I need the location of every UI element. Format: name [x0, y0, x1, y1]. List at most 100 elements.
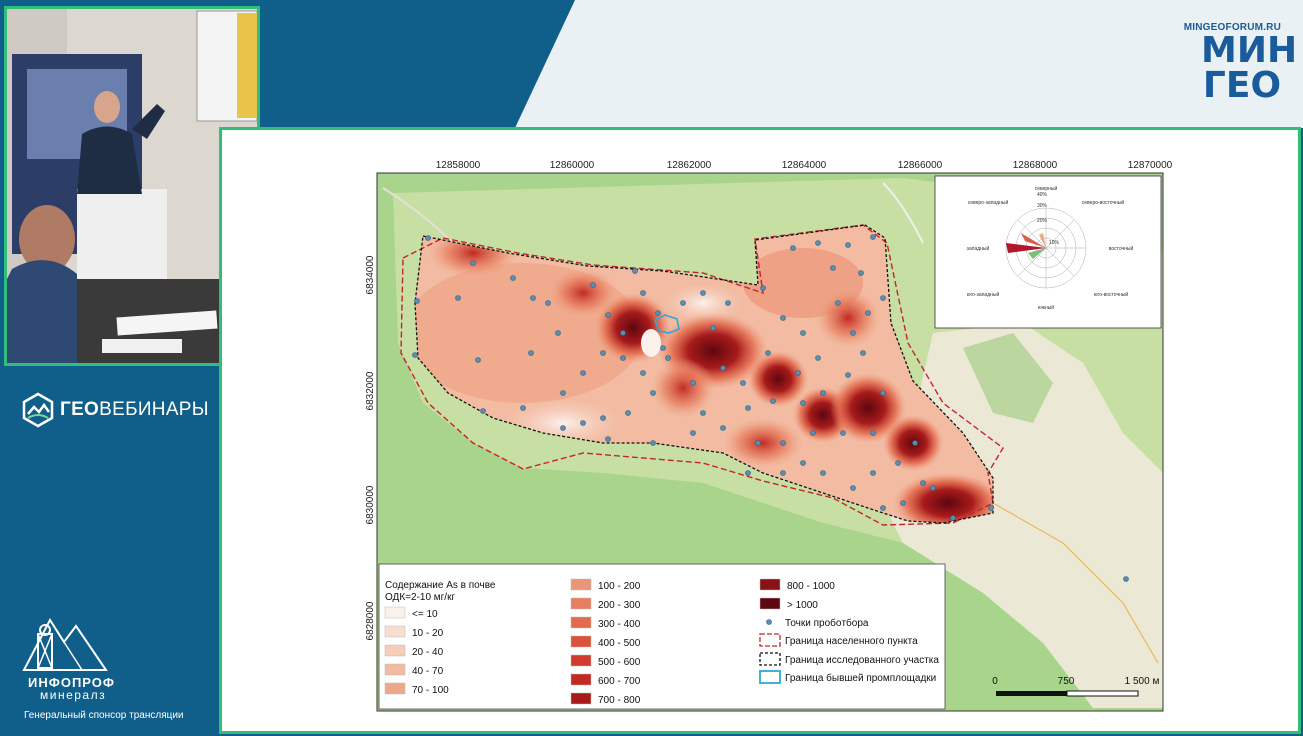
arsenic-soil-map: 12858000 12860000 12862000 12864000 1286…: [365, 160, 1173, 712]
geowebinars-mark-icon: [22, 392, 54, 428]
sponsor-logo: ИНФОПРОФ минералз: [20, 612, 210, 702]
sampling-point: [414, 298, 420, 304]
sampling-point: [912, 440, 918, 446]
wind-rose-ring-label: 10%: [1049, 240, 1060, 246]
sampling-point: [870, 430, 876, 436]
wind-rose-label-northwest: северо-западный: [968, 199, 1009, 206]
geowebinars-text: ГЕОВЕБИНАРЫ: [60, 399, 209, 421]
legend-swatch: [570, 597, 592, 610]
x-tick-label: 12868000: [1013, 160, 1058, 171]
legend-class-label: 500 - 600: [598, 657, 641, 668]
sampling-point: [632, 268, 638, 274]
wind-rose-label-southwest: юго-западный: [967, 291, 1000, 298]
sampling-point: [600, 350, 606, 356]
sampling-point: [620, 355, 626, 361]
legend-point-symbol: [766, 619, 772, 625]
sampling-point: [830, 265, 836, 271]
x-tick-label: 12858000: [436, 160, 481, 171]
legend-study-area-label: Граница исследованного участка: [785, 655, 939, 666]
sampling-point: [815, 240, 821, 246]
sampling-point: [580, 420, 586, 426]
sampling-point: [690, 430, 696, 436]
legend-settlement-label: Граница населенного пункта: [785, 636, 918, 647]
legend-swatch: [759, 597, 781, 610]
sampling-point: [640, 290, 646, 296]
geowebinars-text-bold: ГЕО: [60, 399, 100, 420]
brand-logo: МИН ГЕО: [1201, 30, 1298, 106]
sampling-point: [745, 470, 751, 476]
sampling-point: [845, 242, 851, 248]
brand-logo-line2: ГЕО: [1202, 65, 1282, 106]
sampling-point: [880, 390, 886, 396]
legend-class-label: 100 - 200: [598, 581, 641, 592]
sampling-point: [920, 480, 926, 486]
y-tick-label: 6834000: [365, 255, 376, 294]
sampling-point: [930, 485, 936, 491]
sampling-point: [690, 380, 696, 386]
sampling-point: [510, 275, 516, 281]
legend-swatch: [759, 578, 781, 591]
legend-class-label: <= 10: [412, 609, 438, 620]
sampling-point: [950, 515, 956, 521]
sampling-point: [740, 380, 746, 386]
sampling-point: [900, 500, 906, 506]
sampling-point: [780, 315, 786, 321]
y-tick-label: 6832000: [365, 371, 376, 410]
sampling-point: [665, 355, 671, 361]
geowebinars-logo: ГЕОВЕБИНАРЫ: [20, 392, 209, 428]
mining-headframe-icon: [22, 618, 108, 671]
sampling-point: [528, 350, 534, 356]
sampling-point: [470, 260, 476, 266]
legend-swatch: [570, 692, 592, 705]
legend-class-label: 400 - 500: [598, 638, 641, 649]
sampling-point: [870, 234, 876, 240]
geowebinars-text-rest: ВЕБИНАРЫ: [99, 399, 209, 420]
sampling-point: [800, 330, 806, 336]
legend-class-label: 70 - 100: [412, 685, 449, 696]
sponsor-caption: Генеральный спонсор трансляции: [24, 710, 184, 721]
sampling-point: [640, 370, 646, 376]
y-tick-label: 6828000: [365, 601, 376, 640]
sampling-point: [530, 295, 536, 301]
wind-rose-label-northeast: северо-восточный: [1082, 199, 1125, 206]
sampling-point: [765, 350, 771, 356]
legend-class-label: 700 - 800: [598, 695, 641, 706]
brand-logo-line1: МИН: [1201, 30, 1298, 71]
sampling-point: [820, 390, 826, 396]
legend-swatch: [384, 644, 406, 657]
x-tick-label: 12866000: [898, 160, 943, 171]
sampling-point: [605, 312, 611, 318]
sampling-point: [790, 245, 796, 251]
presentation-slide: 12858000 12860000 12862000 12864000 1286…: [219, 127, 1301, 734]
sampling-point: [650, 440, 656, 446]
sampling-point: [795, 370, 801, 376]
legend-swatch: [384, 663, 406, 676]
sampling-point: [560, 390, 566, 396]
wind-rose-inset: северный северо-восточный восточный юго-…: [934, 175, 1162, 329]
sampling-point: [545, 300, 551, 306]
y-axis-ticks: 6834000 6832000 6830000 6828000: [365, 255, 376, 640]
legend-class-label: 20 - 40: [412, 647, 444, 658]
wind-rose-label-north: северный: [1035, 185, 1058, 192]
legend-swatch: [570, 635, 592, 648]
sampling-point: [840, 430, 846, 436]
sampling-point: [800, 460, 806, 466]
sampling-point: [605, 436, 611, 442]
sampling-point: [655, 310, 661, 316]
sampling-point: [620, 330, 626, 336]
sampling-point: [870, 470, 876, 476]
legend-swatch: [570, 654, 592, 667]
sampling-point: [820, 470, 826, 476]
sampling-point: [580, 370, 586, 376]
sampling-point: [660, 345, 666, 351]
sampling-point: [425, 235, 431, 241]
sampling-point: [1123, 576, 1129, 582]
wind-rose-label-east: восточный: [1109, 245, 1134, 252]
sampling-point: [700, 290, 706, 296]
sampling-point: [988, 505, 994, 511]
legend-swatch: [570, 578, 592, 591]
sampling-point: [858, 270, 864, 276]
legend-swatch: [384, 625, 406, 638]
sampling-point: [780, 440, 786, 446]
sampling-point: [480, 408, 486, 414]
